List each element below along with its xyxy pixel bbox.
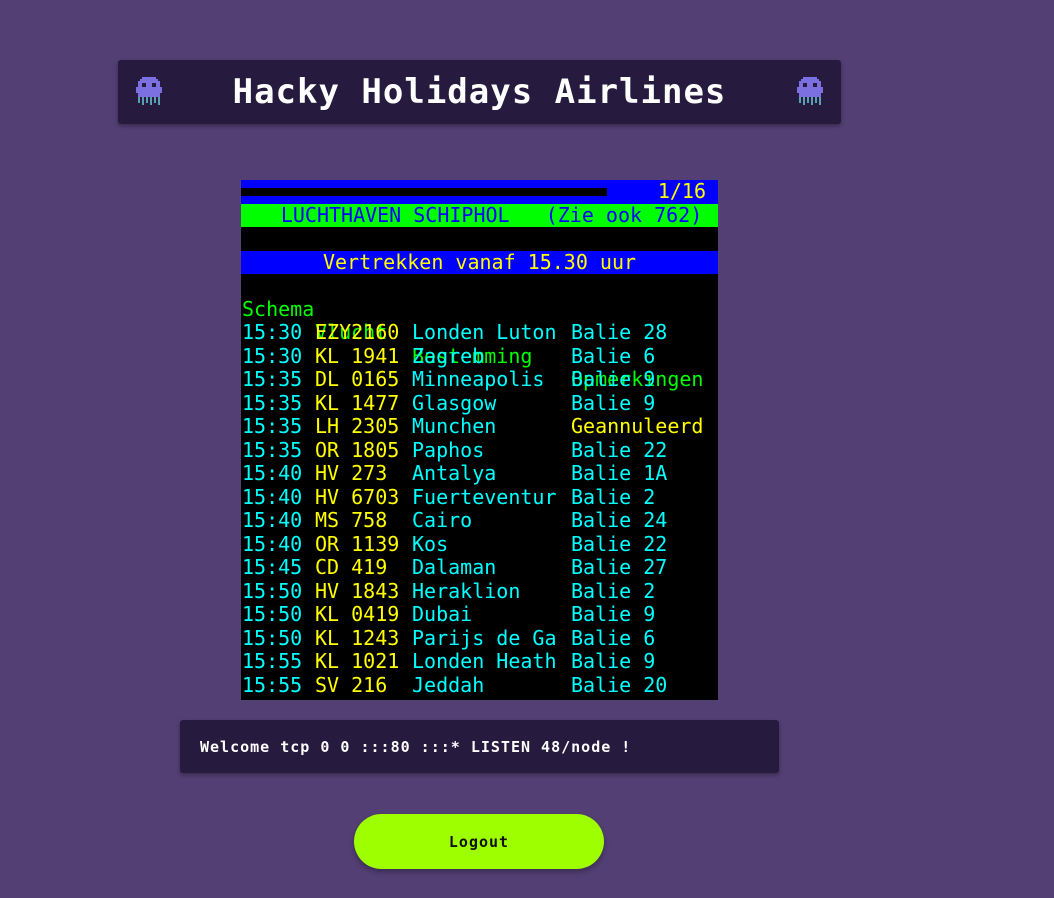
- alien-icon: [136, 77, 162, 105]
- flight-remark: Balie 9: [571, 602, 656, 626]
- flight-destination: Heraklion: [412, 578, 521, 603]
- welcome-panel: Welcome tcp 0 0 :::80 :::* LISTEN 48/nod…: [180, 720, 779, 773]
- flight-remark: Balie 2: [571, 578, 656, 603]
- flight-destination: Zagreb: [412, 343, 485, 368]
- flight-remark: Geannuleerd: [571, 414, 704, 438]
- flight-destination: Cairo: [412, 508, 473, 532]
- flight-time: 15:35: [242, 414, 303, 438]
- flight-time: 15:35: [242, 367, 303, 391]
- page: Hacky Holidays Airlines 1/16 LUCHTHAVEN …: [0, 0, 1054, 898]
- flight-time: 15:40: [242, 484, 303, 509]
- flight-time: 15:50: [242, 625, 303, 650]
- flight-number: EZY2160: [315, 320, 400, 344]
- flight-number: KL 1243: [315, 625, 400, 650]
- flight-time: 15:30: [242, 343, 303, 368]
- header-banner: Hacky Holidays Airlines: [118, 60, 841, 124]
- teletext-header-bar: 1/16: [241, 180, 718, 204]
- flight-destination: Kos: [412, 531, 449, 556]
- table-row: 15:45 CD 419 Dalaman Balie 27: [241, 555, 718, 580]
- flight-destination: Minneapolis: [412, 367, 545, 391]
- flight-remark: Balie 1A: [571, 461, 668, 485]
- table-row: 15:35 OR 1805 Paphos Balie 22: [241, 437, 718, 463]
- teletext-page-number: 1/16: [657, 180, 706, 203]
- flight-remark: Balie 2: [571, 484, 656, 509]
- flight-remark: Balie 22: [571, 437, 668, 462]
- flight-time: 15:35: [242, 390, 303, 415]
- flight-number: CD 419: [315, 555, 388, 579]
- flight-destination: Munchen: [412, 414, 497, 438]
- flight-number: KL 1021: [315, 649, 400, 673]
- table-row: 15:55 KL 1021 Londen Heath Balie 9: [241, 649, 718, 674]
- flight-number: HV 6703: [315, 484, 400, 509]
- flight-number: HV 273: [315, 461, 388, 485]
- teletext-progress-bar: [241, 188, 607, 196]
- welcome-message: Welcome tcp 0 0 :::80 :::* LISTEN 48/nod…: [200, 737, 632, 756]
- flight-time: 15:40: [242, 531, 303, 556]
- table-row: 15:35 DL 0165 Minneapolis Balie 9: [241, 367, 718, 392]
- flight-destination: Jeddah: [412, 672, 485, 697]
- table-row: 15:30 EZY2160 Londen Luton Balie 28: [241, 320, 718, 345]
- flight-destination: Glasgow: [412, 390, 497, 415]
- table-row: 15:30 KL 1941 Zagreb Balie 6: [241, 343, 718, 369]
- logout-button[interactable]: Logout: [354, 814, 604, 869]
- flight-destination: Londen Luton: [412, 320, 557, 344]
- table-row: 15:40 HV 273 Antalya Balie 1A: [241, 461, 718, 486]
- table-row: 15:50 HV 1843 Heraklion Balie 2: [241, 578, 718, 604]
- flight-number: OR 1805: [315, 437, 400, 462]
- flight-time: 15:50: [242, 602, 303, 626]
- flight-number: KL 1941: [315, 343, 400, 368]
- flight-time: 15:55: [242, 649, 303, 673]
- flight-remark: Balie 9: [571, 367, 656, 391]
- flight-time: 15:45: [242, 555, 303, 579]
- flight-remark: Balie 6: [571, 625, 656, 650]
- flight-number: MS 758: [315, 508, 388, 532]
- flight-number: SV 216: [315, 672, 388, 697]
- alien-icon: [797, 77, 823, 105]
- flight-time: 15:40: [242, 508, 303, 532]
- flight-destination: Fuerteventur: [412, 484, 557, 509]
- page-title: Hacky Holidays Airlines: [232, 72, 727, 112]
- flight-remark: Balie 22: [571, 531, 668, 556]
- column-header-schema: Schema: [242, 296, 315, 321]
- flight-remark: Balie 24: [571, 508, 668, 532]
- teletext-column-headers: Schema Vlucht Bestemming Opmerkingen: [241, 274, 718, 391]
- flight-number: LH 2305: [315, 414, 400, 438]
- flight-number: KL 1477: [315, 390, 400, 415]
- flight-number: OR 1139: [315, 531, 400, 556]
- flight-time: 15:50: [242, 578, 303, 603]
- table-row: 15:55 SV 216 Jeddah Balie 20: [241, 672, 718, 698]
- flight-number: KL 0419: [315, 602, 400, 626]
- flight-destination: Antalya: [412, 461, 497, 485]
- flight-time: 15:35: [242, 437, 303, 462]
- flight-remark: Balie 9: [571, 390, 656, 415]
- flight-number: DL 0165: [315, 367, 400, 391]
- table-row: 15:35 LH 2305 Munchen Geannuleerd: [241, 414, 718, 439]
- flight-time: 15:30: [242, 320, 303, 344]
- table-row: 15:35 KL 1477 Glasgow Balie 9: [241, 390, 718, 416]
- flight-remark: Balie 9: [571, 649, 656, 673]
- table-row: 15:50 KL 0419 Dubai Balie 9: [241, 602, 718, 627]
- flight-time: 15:40: [242, 461, 303, 485]
- flight-number: HV 1843: [315, 578, 400, 603]
- table-row: 15:40 MS 758 Cairo Balie 24: [241, 508, 718, 533]
- table-row: 15:50 KL 1243 Parijs de Ga Balie 6: [241, 625, 718, 651]
- teletext-subtitle: Vertrekken vanaf 15.30 uur: [241, 250, 718, 274]
- flight-destination: Parijs de Ga: [412, 625, 557, 650]
- flight-destination: Dubai: [412, 602, 473, 626]
- flight-destination: Dalaman: [412, 555, 497, 579]
- flight-remark: Balie 28: [571, 320, 668, 344]
- flight-remark: Balie 20: [571, 672, 668, 697]
- flight-destination: Londen Heath: [412, 649, 557, 673]
- table-row: 15:40 HV 6703 Fuerteventur Balie 2: [241, 484, 718, 510]
- table-row: 15:40 OR 1139 Kos Balie 22: [241, 531, 718, 557]
- teletext-station-title: LUCHTHAVEN SCHIPHOL (Zie ook 762): [241, 203, 718, 227]
- flight-time: 15:55: [242, 672, 303, 697]
- flight-remark: Balie 27: [571, 555, 668, 579]
- flight-remark: Balie 6: [571, 343, 656, 368]
- teletext-departures-board: 1/16 LUCHTHAVEN SCHIPHOL (Zie ook 762) V…: [241, 180, 718, 700]
- flight-destination: Paphos: [412, 437, 485, 462]
